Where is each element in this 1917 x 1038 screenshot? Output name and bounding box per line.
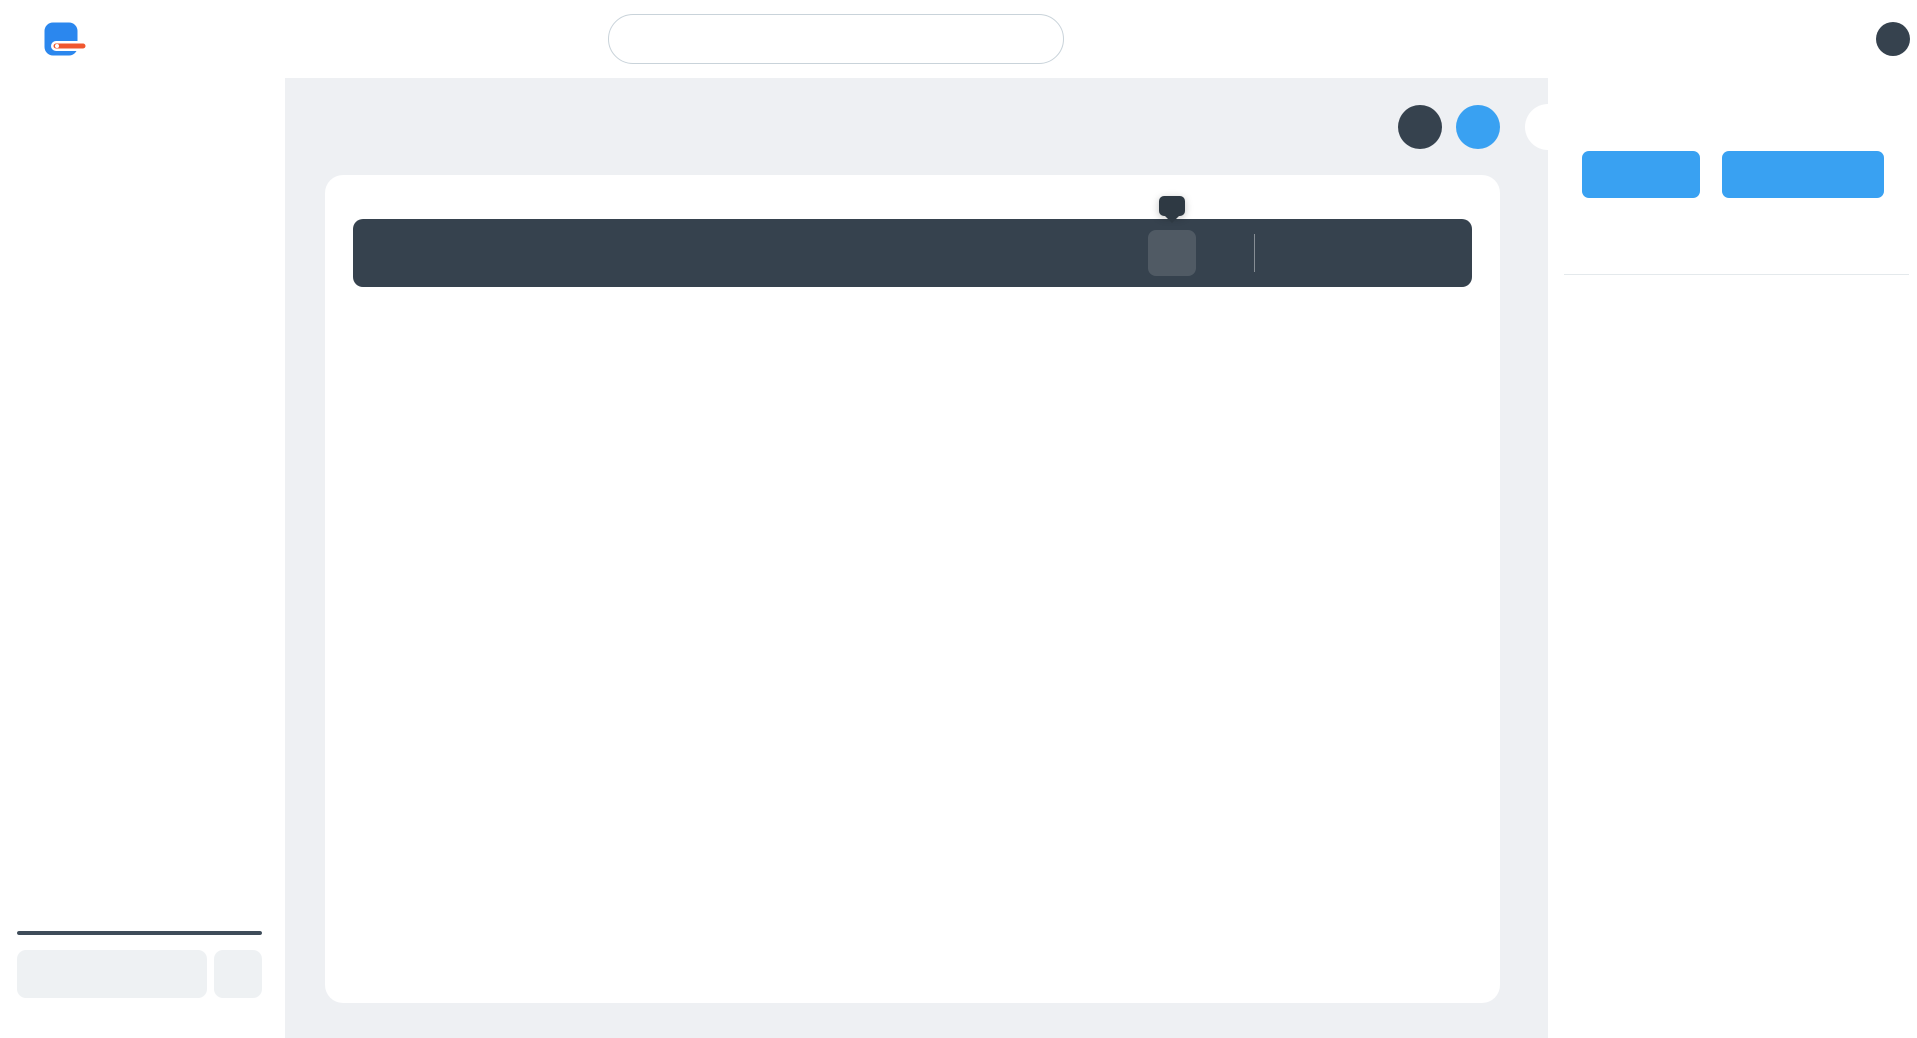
convert-button[interactable]	[1196, 230, 1244, 276]
feedback-button[interactable]	[17, 950, 207, 998]
download-selected-button[interactable]	[1361, 230, 1409, 276]
view-settings-button[interactable]	[1398, 105, 1442, 149]
sidebar	[0, 78, 285, 1038]
files-card	[325, 175, 1500, 1003]
selection-toolbar	[353, 219, 1472, 287]
help-button[interactable]	[214, 950, 262, 998]
topbar	[0, 0, 1917, 78]
rename-button[interactable]	[1313, 230, 1361, 276]
details-panel	[1548, 78, 1917, 1038]
search-input[interactable]	[631, 28, 1045, 50]
extract-text-tooltip	[1159, 196, 1185, 216]
delete-selected-button[interactable]	[1409, 230, 1457, 276]
sidebar-bottom	[17, 931, 262, 998]
storage-progress	[17, 931, 262, 935]
storage-progress-fill	[17, 931, 262, 935]
toolbar-divider	[1254, 234, 1255, 272]
toolbar-actions	[1148, 230, 1457, 276]
collapse-panel-button[interactable]	[1525, 104, 1571, 150]
sidebar-nav	[0, 78, 285, 106]
search-bar	[608, 14, 1064, 64]
download-button[interactable]	[1722, 151, 1884, 198]
main-header	[325, 78, 1500, 175]
move-button[interactable]	[1265, 230, 1313, 276]
user-area	[1859, 22, 1917, 56]
main-content	[285, 78, 1548, 1038]
brand[interactable]	[0, 22, 97, 56]
add-button[interactable]	[1456, 105, 1500, 149]
extract-text-button[interactable]	[1148, 230, 1196, 276]
avatar[interactable]	[1876, 22, 1910, 56]
panel-divider	[1564, 274, 1909, 275]
brand-logo-icon	[44, 22, 88, 56]
view-button[interactable]	[1582, 151, 1700, 198]
